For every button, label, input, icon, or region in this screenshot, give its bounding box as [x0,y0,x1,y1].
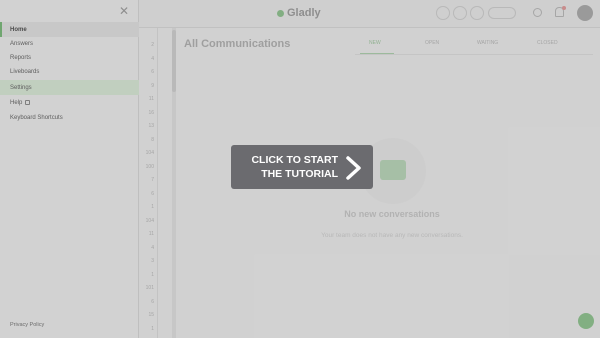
start-tutorial-button[interactable]: CLICK TO START THE TUTORIAL [231,145,373,189]
chevron-right-icon [346,156,361,180]
start-tutorial-line-1: CLICK TO START [251,154,338,166]
start-tutorial-line-2: THE TUTORIAL [261,168,338,180]
start-tutorial-label: CLICK TO START THE TUTORIAL [238,153,338,181]
